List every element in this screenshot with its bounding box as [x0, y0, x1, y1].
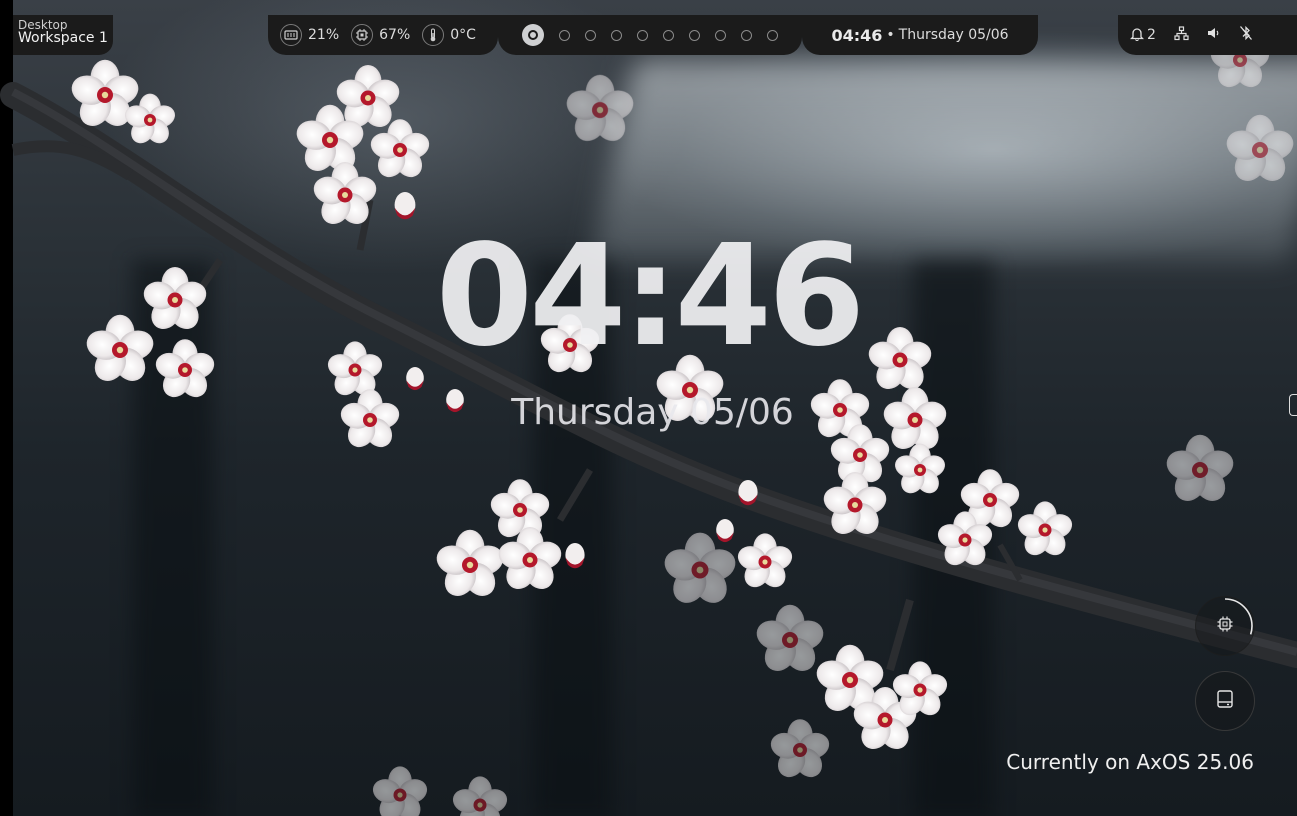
system-stats: 21% 67% 0°C [268, 15, 498, 55]
bar-separator: • [886, 27, 895, 43]
bluetooth-button[interactable] [1239, 25, 1253, 45]
cpu-usage-widget[interactable] [1195, 596, 1255, 656]
bar-time: 04:46 [831, 25, 883, 45]
volume-icon [1207, 27, 1221, 43]
temperature-stat[interactable]: 0°C [422, 24, 476, 46]
volume-button[interactable] [1207, 27, 1221, 43]
memory-icon [280, 24, 302, 46]
workspace-dot[interactable] [715, 29, 726, 41]
workspace-dot-active[interactable] [522, 24, 544, 46]
bell-icon [1129, 26, 1145, 45]
bar-date: Thursday 05/06 [898, 27, 1009, 43]
thermometer-icon [422, 24, 445, 46]
cpu-icon [351, 24, 374, 46]
memory-stat[interactable]: 21% [280, 24, 339, 46]
os-status-text: Currently on AxOS 25.06 [1006, 750, 1254, 774]
workspace-dot[interactable] [689, 29, 700, 41]
bluetooth-off-icon [1239, 25, 1253, 45]
cpu-stat[interactable]: 67% [351, 24, 410, 46]
notification-count: 2 [1147, 27, 1156, 43]
workspace-dot[interactable] [611, 29, 622, 41]
workspace-dot[interactable] [663, 29, 674, 41]
memory-value: 21% [308, 27, 340, 43]
workspace-dot[interactable] [637, 29, 648, 41]
workspace-dot[interactable] [741, 29, 752, 41]
storage-widget[interactable] [1195, 671, 1255, 731]
network-icon [1174, 25, 1189, 45]
workspace-label[interactable]: Desktop Workspace 1 [18, 19, 108, 46]
desktop-clock-time: 04:46 [435, 215, 866, 378]
notifications-button[interactable]: 2 [1129, 26, 1156, 45]
cpu-value: 67% [379, 27, 411, 43]
network-button[interactable] [1174, 25, 1189, 45]
sidebar-edge-handle[interactable] [1289, 394, 1297, 416]
workspace-dot[interactable] [585, 29, 596, 41]
workspace-name: Workspace 1 [18, 30, 108, 46]
workspace-switcher [498, 15, 802, 55]
workspace-dot[interactable] [767, 29, 778, 41]
system-tray: 2 [1118, 15, 1297, 55]
temperature-value: 0°C [450, 27, 476, 43]
bar-clock[interactable]: 04:46 • Thursday 05/06 [802, 15, 1038, 55]
desktop-clock-date: Thursday 05/06 [511, 392, 794, 433]
cpu-usage-arc [1197, 598, 1253, 654]
disk-icon [1215, 689, 1235, 713]
workspace-dot[interactable] [559, 29, 570, 41]
